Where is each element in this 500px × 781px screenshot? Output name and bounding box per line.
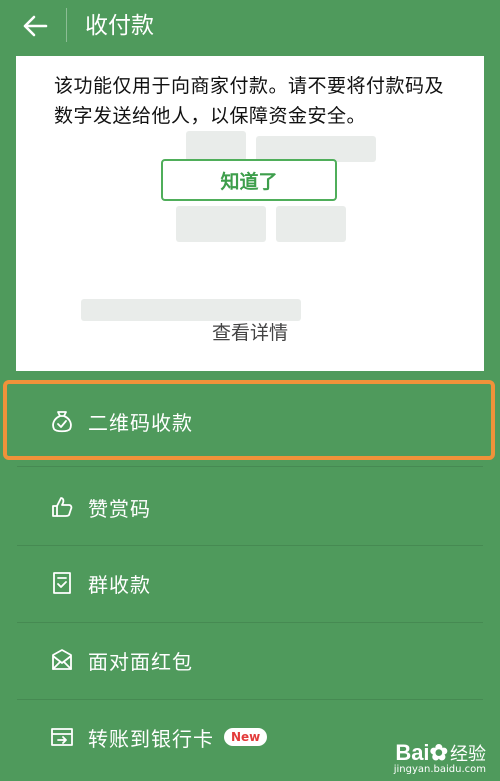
menu-item-face-to-face-red-packet[interactable]: 面对面红包 bbox=[17, 622, 483, 698]
watermark-url: jingyan.baidu.com bbox=[393, 764, 486, 775]
notice-text: 该功能仅用于向商家付款。请不要将付款码及数字发送给他人，以保障资金安全。 bbox=[54, 75, 445, 127]
watermark-logo-prefix: Bai bbox=[395, 740, 430, 765]
group-receipt-icon bbox=[53, 572, 71, 594]
got-it-button[interactable]: 知道了 bbox=[161, 159, 337, 201]
top-bar: 收付款 bbox=[0, 0, 500, 52]
paw-icon: ✿ bbox=[429, 740, 448, 765]
menu-item-label: 面对面红包 bbox=[88, 649, 193, 674]
receive-money-bag-icon bbox=[52, 411, 72, 433]
blurred-background-block bbox=[176, 206, 266, 242]
view-details-link[interactable]: 查看详情 bbox=[16, 318, 484, 345]
menu-item-label: 群收款 bbox=[88, 572, 151, 597]
red-envelope-icon bbox=[52, 649, 72, 670]
blurred-background-block bbox=[186, 131, 246, 161]
watermark-logo: Bai✿ 经验 bbox=[394, 740, 486, 766]
header-divider bbox=[66, 8, 67, 42]
blurred-background-block bbox=[276, 206, 346, 242]
bank-card-transfer-icon bbox=[51, 728, 73, 746]
baidu-jingyan-watermark: Bai✿ 经验 jingyan.baidu.com bbox=[394, 740, 486, 775]
new-badge: New bbox=[224, 728, 268, 746]
menu-item-qr-receive[interactable]: 二维码收款 bbox=[17, 383, 483, 459]
menu-divider bbox=[17, 466, 483, 467]
page-title: 收付款 bbox=[85, 13, 154, 39]
back-arrow-icon bbox=[23, 15, 48, 37]
menu-item-label: 二维码收款 bbox=[88, 410, 193, 435]
watermark-logo-suffix: 经验 bbox=[450, 744, 486, 764]
menu-item-appreciation-code[interactable]: 赞赏码 bbox=[17, 469, 483, 545]
menu-item-label: 转账到银行卡 bbox=[88, 726, 214, 751]
back-button[interactable] bbox=[18, 10, 52, 42]
security-notice-card: 该功能仅用于向商家付款。请不要将付款码及数字发送给他人，以保障资金安全。 知道了… bbox=[16, 56, 484, 371]
menu-item-label: 赞赏码 bbox=[88, 496, 151, 521]
thumbs-up-icon bbox=[52, 497, 73, 517]
menu-item-group-receipt[interactable]: 群收款 bbox=[17, 545, 483, 621]
